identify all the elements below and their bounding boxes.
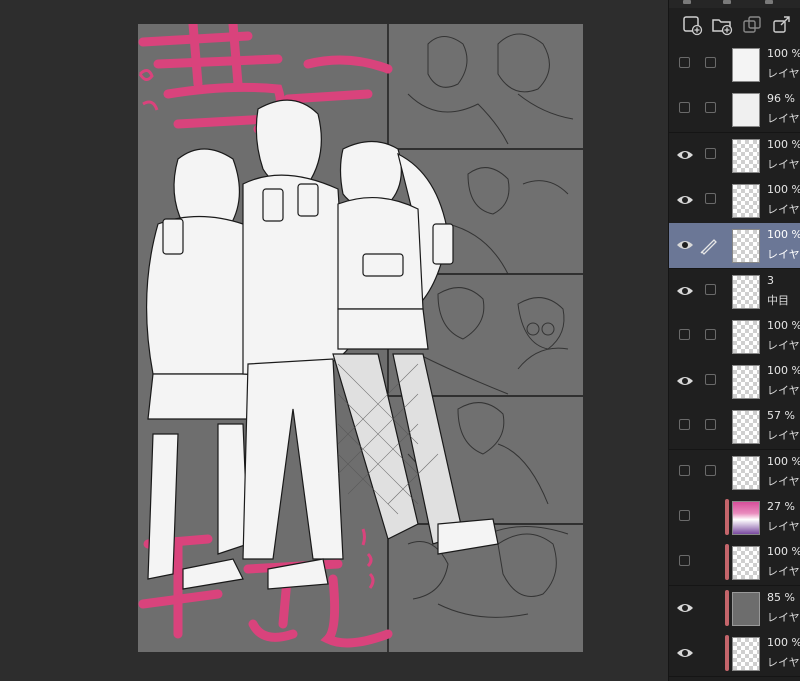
- visibility-toggle[interactable]: [679, 328, 690, 340]
- layer-toolbar: [669, 8, 800, 42]
- artwork-illustration: [138, 24, 583, 652]
- layer-thumbnail: [732, 365, 760, 400]
- layer-name: レイヤー: [767, 655, 800, 669]
- layer-opacity: 100 %: [767, 635, 800, 649]
- new-folder-icon[interactable]: [711, 14, 733, 36]
- layer-opacity: 3: [767, 273, 774, 287]
- pen-icon: [699, 235, 719, 256]
- layer-name: レイヤー: [767, 474, 800, 488]
- layer-opacity: 100 %: [767, 182, 800, 196]
- layer-name: レイヤー: [767, 429, 800, 443]
- eye-icon[interactable]: [676, 147, 694, 163]
- layer-opacity: 85 %: [767, 590, 795, 604]
- layer-color-tag: [725, 544, 729, 581]
- handle-icon: [683, 0, 691, 4]
- eye-icon[interactable]: [676, 237, 694, 253]
- layer-opacity: 100 %: [767, 47, 800, 60]
- layer-row[interactable]: 100 % レイヤー: [669, 359, 800, 406]
- lock-toggle[interactable]: [705, 102, 716, 114]
- layer-thumbnail: [732, 636, 760, 671]
- eye-icon[interactable]: [676, 373, 694, 389]
- layer-panel: 100 %レイヤー96 %レイヤー100 %レイヤー100 %レイヤー100 %…: [668, 0, 800, 681]
- layer-row[interactable]: 100 % レイヤー: [669, 223, 800, 270]
- layer-thumbnail: [732, 183, 760, 218]
- layer-color-tag: [725, 589, 729, 626]
- eye-icon[interactable]: [676, 192, 694, 208]
- layer-row[interactable]: 100 % レイヤー: [669, 132, 800, 179]
- visibility-toggle[interactable]: [679, 102, 690, 114]
- layer-name: レイヤー: [767, 67, 800, 80]
- visibility-toggle[interactable]: [679, 464, 690, 476]
- layer-thumbnail: [732, 229, 760, 264]
- layer-thumbnail: [732, 319, 760, 354]
- layer-name: レイヤー: [767, 384, 800, 398]
- layer-thumbnail: [732, 591, 760, 626]
- lock-toggle[interactable]: [705, 374, 716, 386]
- layer-opacity: 100 %: [767, 318, 800, 332]
- layer-thumbnail: [732, 138, 760, 173]
- layer-name: レイヤー: [767, 610, 800, 624]
- export-layer-icon[interactable]: [771, 14, 793, 36]
- layer-row[interactable]: 100 % レイヤー: [669, 313, 800, 360]
- eye-icon[interactable]: [676, 600, 694, 616]
- layer-name: レイヤー: [767, 248, 800, 262]
- eye-icon[interactable]: [676, 283, 694, 299]
- layer-opacity: 100 %: [767, 228, 800, 242]
- handle-icon: [723, 0, 731, 4]
- layer-opacity: 100 %: [767, 545, 800, 559]
- layer-name: 中目: [767, 293, 789, 307]
- layer-name: レイヤー: [767, 157, 800, 171]
- layer-opacity: 100 %: [767, 364, 800, 378]
- lock-toggle[interactable]: [705, 57, 716, 68]
- layer-row[interactable]: 100 % レイヤー: [669, 540, 800, 587]
- layer-color-tag: [725, 634, 729, 671]
- handle-icon: [765, 0, 773, 4]
- lock-toggle[interactable]: [705, 283, 716, 295]
- layer-thumbnail: [732, 410, 760, 445]
- layer-name: レイヤー: [767, 202, 800, 216]
- layer-opacity: 100 %: [767, 137, 800, 151]
- lock-toggle[interactable]: [705, 192, 716, 204]
- canvas-area[interactable]: [0, 0, 668, 681]
- layer-opacity: 57 %: [767, 409, 795, 423]
- visibility-toggle[interactable]: [679, 419, 690, 431]
- visibility-toggle[interactable]: [679, 555, 690, 567]
- layer-thumbnail: [732, 48, 760, 82]
- layer-row[interactable]: 100 % レイヤー: [669, 177, 800, 224]
- eye-icon[interactable]: [676, 645, 694, 661]
- layer-row[interactable]: 3 中目: [669, 268, 800, 315]
- layer-name: レイヤー: [767, 112, 800, 126]
- layer-name: レイヤー: [767, 338, 800, 352]
- visibility-toggle[interactable]: [679, 57, 690, 68]
- artwork-canvas[interactable]: [138, 24, 583, 652]
- layer-color-tag: [725, 499, 729, 535]
- layer-row[interactable]: 85 % レイヤー: [669, 585, 800, 632]
- lock-toggle[interactable]: [705, 464, 716, 476]
- lock-toggle[interactable]: [705, 419, 716, 431]
- layer-row[interactable]: 57 % レイヤー: [669, 404, 800, 451]
- panel-top-strip: [669, 0, 800, 8]
- visibility-toggle[interactable]: [679, 510, 690, 521]
- layer-thumbnail: [732, 274, 760, 309]
- layer-row[interactable]: 96 % レイヤー: [669, 87, 800, 134]
- layer-row[interactable]: 27 % レイヤー: [669, 495, 800, 541]
- lock-toggle[interactable]: [705, 328, 716, 340]
- layer-row[interactable]: 100 % レイヤー: [669, 630, 800, 677]
- layer-opacity: 100 %: [767, 454, 800, 468]
- layer-thumbnail: [732, 546, 760, 581]
- layer-row[interactable]: 100 % レイヤー: [669, 42, 800, 88]
- layer-thumbnail: [732, 501, 760, 535]
- layer-thumbnail: [732, 455, 760, 490]
- layer-row[interactable]: 100 % レイヤー: [669, 449, 800, 496]
- layer-name: レイヤー: [767, 565, 800, 579]
- new-layer-icon[interactable]: [681, 14, 703, 36]
- copy-layer-icon[interactable]: [741, 14, 763, 36]
- layer-opacity: 96 %: [767, 92, 795, 106]
- layer-thumbnail: [732, 93, 760, 128]
- lock-toggle[interactable]: [705, 147, 716, 159]
- layer-opacity: 27 %: [767, 500, 795, 513]
- layer-name: レイヤー: [767, 520, 800, 533]
